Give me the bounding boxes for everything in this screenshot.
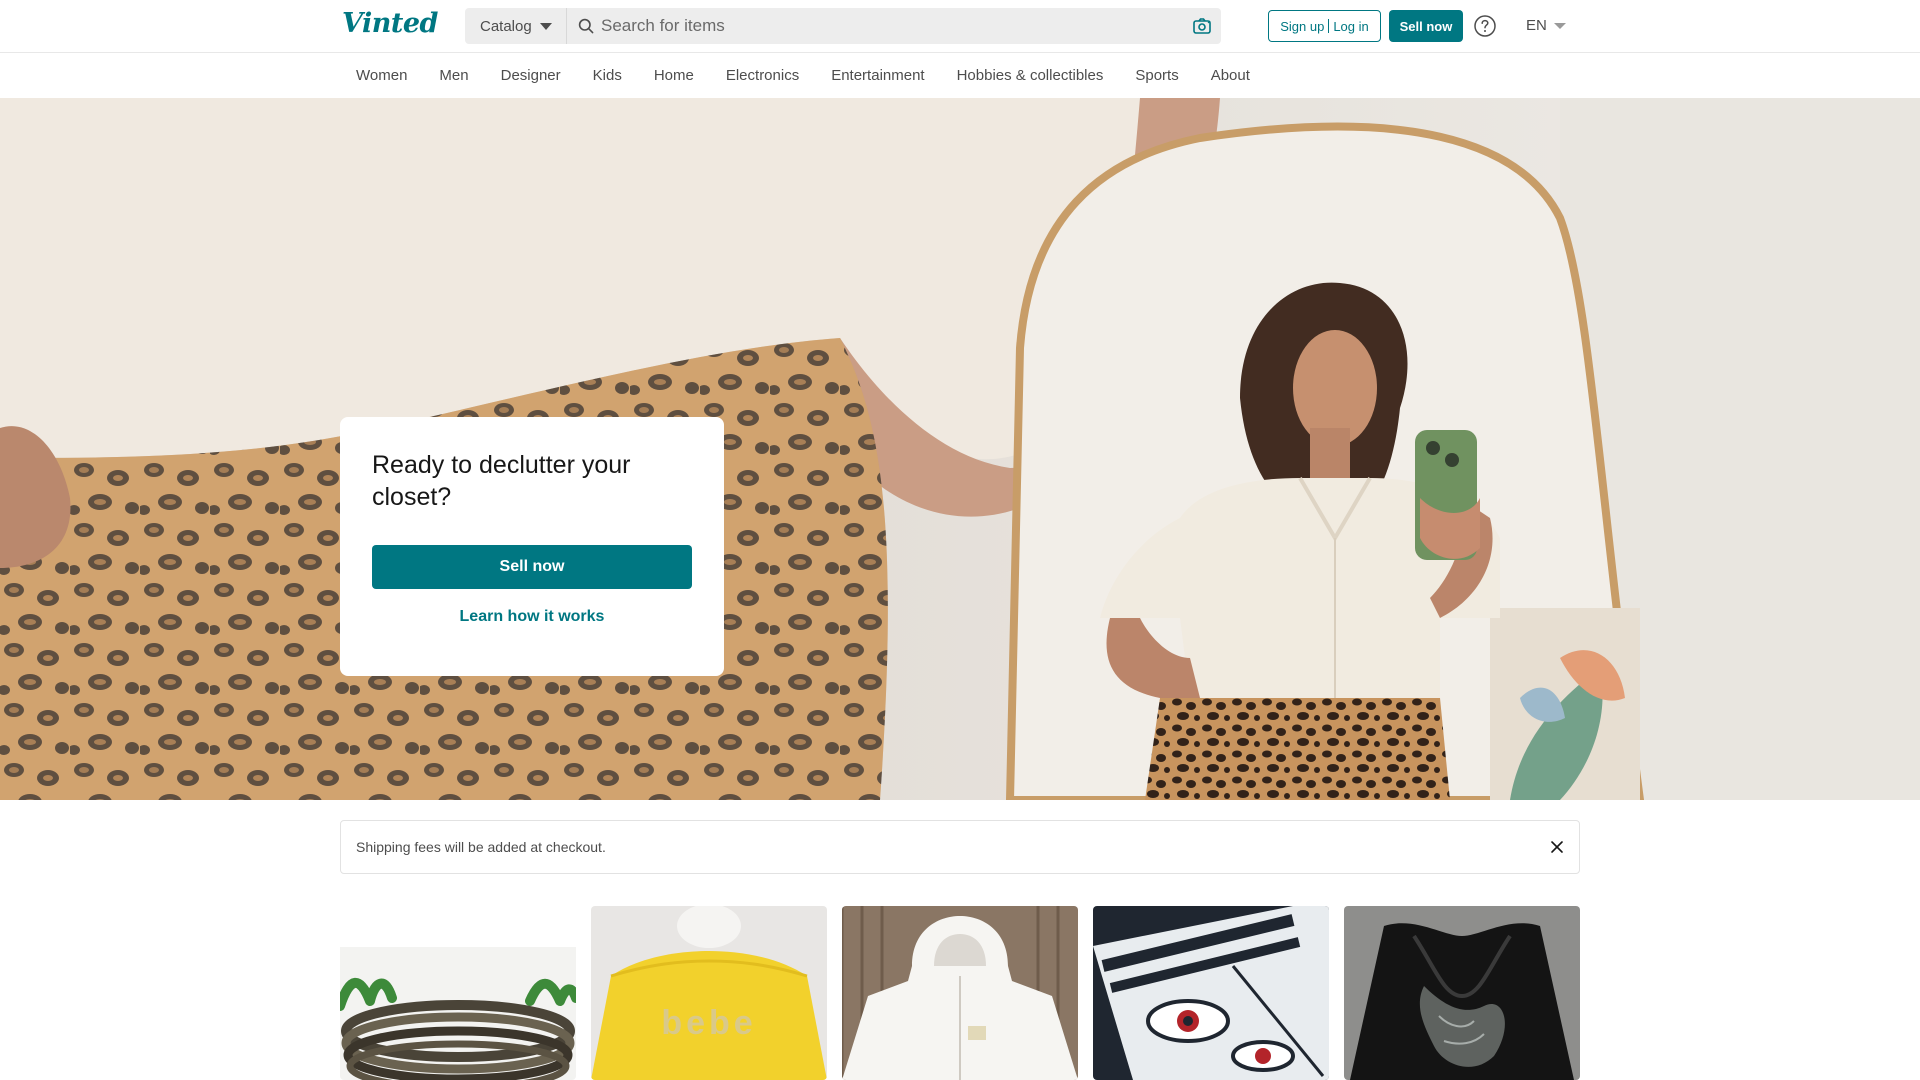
divider [1328, 19, 1330, 33]
item-image: bebe [591, 906, 827, 1080]
vinted-logo[interactable]: Vinted [342, 8, 438, 39]
sell-now-header-button[interactable]: Sell now [1389, 10, 1463, 42]
shipping-notice: Shipping fees will be added at checkout. [340, 820, 1580, 874]
signup-login-button[interactable]: Sign up Log in [1268, 10, 1381, 42]
category-men[interactable]: Men [439, 67, 468, 84]
signup-link[interactable]: Sign up [1280, 19, 1324, 34]
item-image [340, 906, 576, 1080]
language-label: EN [1526, 17, 1547, 34]
item-card-bangles[interactable] [340, 906, 576, 1080]
item-card-white-hoodie[interactable] [842, 906, 1078, 1080]
item-print-text: bebe [661, 1004, 756, 1042]
shipping-notice-text: Shipping fees will be added at checkout. [356, 839, 606, 855]
category-nav: Women Men Designer Kids Home Electronics… [0, 53, 1920, 98]
item-image [1344, 906, 1580, 1080]
language-selector[interactable]: EN [1526, 17, 1566, 34]
hero-cta-card: Ready to declutter your closet? Sell now… [340, 417, 724, 676]
item-card-anime-tee[interactable] [1093, 906, 1329, 1080]
category-electronics[interactable]: Electronics [726, 67, 799, 84]
close-icon[interactable] [1550, 840, 1564, 854]
category-hobbies[interactable]: Hobbies & collectibles [957, 67, 1104, 84]
hero-sell-now-button[interactable]: Sell now [372, 545, 692, 589]
camera-icon[interactable] [1192, 16, 1212, 36]
category-designer[interactable]: Designer [501, 67, 561, 84]
hero-banner: Ready to declutter your closet? Sell now… [0, 98, 1920, 800]
help-icon[interactable] [1473, 14, 1497, 38]
login-link[interactable]: Log in [1333, 19, 1368, 34]
category-kids[interactable]: Kids [593, 67, 622, 84]
top-header: Vinted Catalog Sign up Log in Sell now E… [0, 0, 1920, 53]
hero-title: Ready to declutter your closet? [372, 451, 631, 511]
category-home[interactable]: Home [654, 67, 694, 84]
caret-down-icon [1553, 22, 1566, 29]
category-entertainment[interactable]: Entertainment [831, 67, 924, 84]
catalog-dropdown[interactable]: Catalog [465, 8, 567, 44]
item-card-black-lace-top[interactable] [1344, 906, 1580, 1080]
search-input[interactable] [601, 8, 1161, 44]
search-bar: Catalog [465, 8, 1221, 44]
learn-how-it-works-link[interactable]: Learn how it works [372, 608, 692, 632]
category-sports[interactable]: Sports [1135, 67, 1178, 84]
item-image [1093, 906, 1329, 1080]
item-image [842, 906, 1078, 1080]
caret-down-icon [539, 22, 552, 30]
category-women[interactable]: Women [356, 67, 407, 84]
hero-image [0, 98, 1920, 800]
catalog-label: Catalog [480, 17, 532, 35]
category-about[interactable]: About [1211, 67, 1250, 84]
search-icon [578, 18, 594, 34]
item-card-yellow-top[interactable]: bebe [591, 906, 827, 1080]
